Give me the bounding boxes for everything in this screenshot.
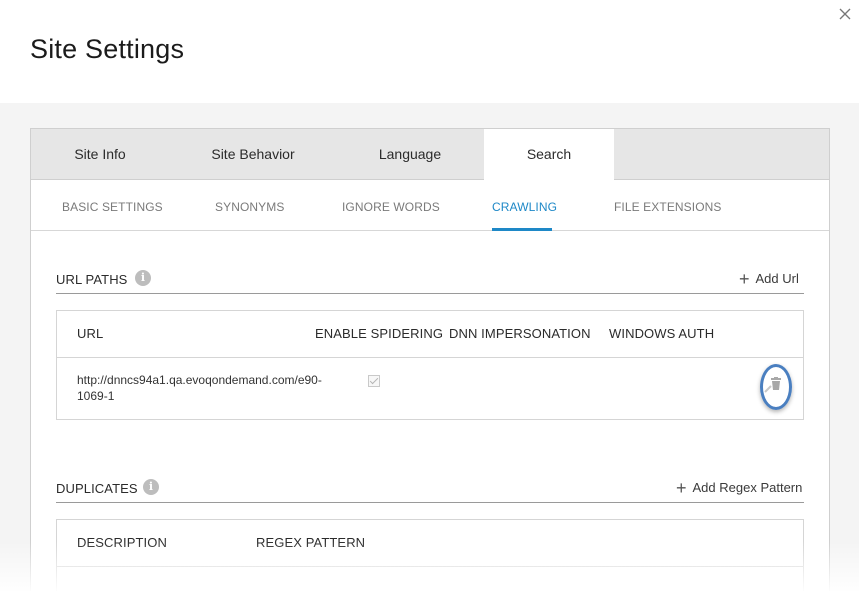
settings-panel: Site Info Site Behavior Language Search … [30, 128, 830, 591]
delete-row-button[interactable] [756, 360, 796, 412]
modal-header: Site Settings [0, 0, 859, 103]
add-url-label: Add Url [755, 271, 799, 286]
highlight-ring [760, 364, 792, 410]
enable-spidering-checkbox[interactable] [368, 375, 380, 387]
column-header-description: DESCRIPTION [77, 535, 167, 550]
subtab-ignore-words[interactable]: IGNORE WORDS [342, 200, 440, 214]
section-divider [56, 293, 804, 294]
column-header-url: URL [77, 326, 104, 341]
info-icon[interactable]: i [135, 270, 151, 286]
subtab-synonyms[interactable]: SYNONYMS [215, 200, 284, 214]
url-text-line1: http://dnncs94a1.qa.evoqondemand.com/e90… [77, 373, 322, 387]
duplicates-table: DESCRIPTION REGEX PATTERN [56, 519, 804, 591]
close-icon[interactable] [837, 6, 853, 22]
info-icon[interactable]: i [143, 479, 159, 495]
modal-body: Site Info Site Behavior Language Search … [0, 103, 859, 591]
subtab-basic-settings[interactable]: BASIC SETTINGS [62, 200, 163, 214]
active-subtab-indicator [492, 228, 552, 231]
add-regex-pattern-button[interactable]: + Add Regex Pattern [676, 478, 802, 499]
tab-site-info[interactable]: Site Info [31, 129, 169, 180]
url-paths-table: URL ENABLE SPIDERING DNN IMPERSONATION W… [56, 310, 804, 420]
url-text-line2: 1069-1 [77, 389, 115, 403]
add-regex-pattern-label: Add Regex Pattern [692, 480, 803, 495]
section-divider [56, 502, 804, 503]
column-header-regex-pattern: REGEX PATTERN [256, 535, 366, 550]
duplicates-title: DUPLICATES [56, 481, 138, 496]
column-header-dnn-impersonation: DNN IMPERSONATION [449, 326, 591, 341]
plus-icon: + [676, 478, 687, 498]
page-title: Site Settings [30, 34, 185, 64]
column-header-windows-auth: WINDOWS AUTH [609, 326, 715, 341]
url-cell: http://dnncs94a1.qa.evoqondemand.com/e90… [77, 372, 322, 404]
table-row[interactable]: http://dnncs94a1.qa.evoqondemand.com/e90… [57, 358, 803, 420]
url-paths-title: URL PATHS [56, 272, 128, 287]
subtab-crawling[interactable]: CRAWLING [492, 200, 557, 214]
column-header-enable-spidering: ENABLE SPIDERING [315, 326, 444, 341]
tab-search[interactable]: Search [484, 129, 614, 181]
subtab-file-extensions[interactable]: FILE EXTENSIONS [614, 200, 722, 214]
table-header-divider [57, 566, 803, 567]
add-url-button[interactable]: + Add Url [739, 269, 799, 290]
tab-language[interactable]: Language [341, 129, 479, 180]
main-tabs: Site Info Site Behavior Language Search [31, 129, 829, 181]
sub-tabs: BASIC SETTINGS SYNONYMS IGNORE WORDS CRA… [31, 180, 829, 231]
tab-site-behavior[interactable]: Site Behavior [181, 129, 325, 180]
plus-icon: + [739, 269, 750, 289]
